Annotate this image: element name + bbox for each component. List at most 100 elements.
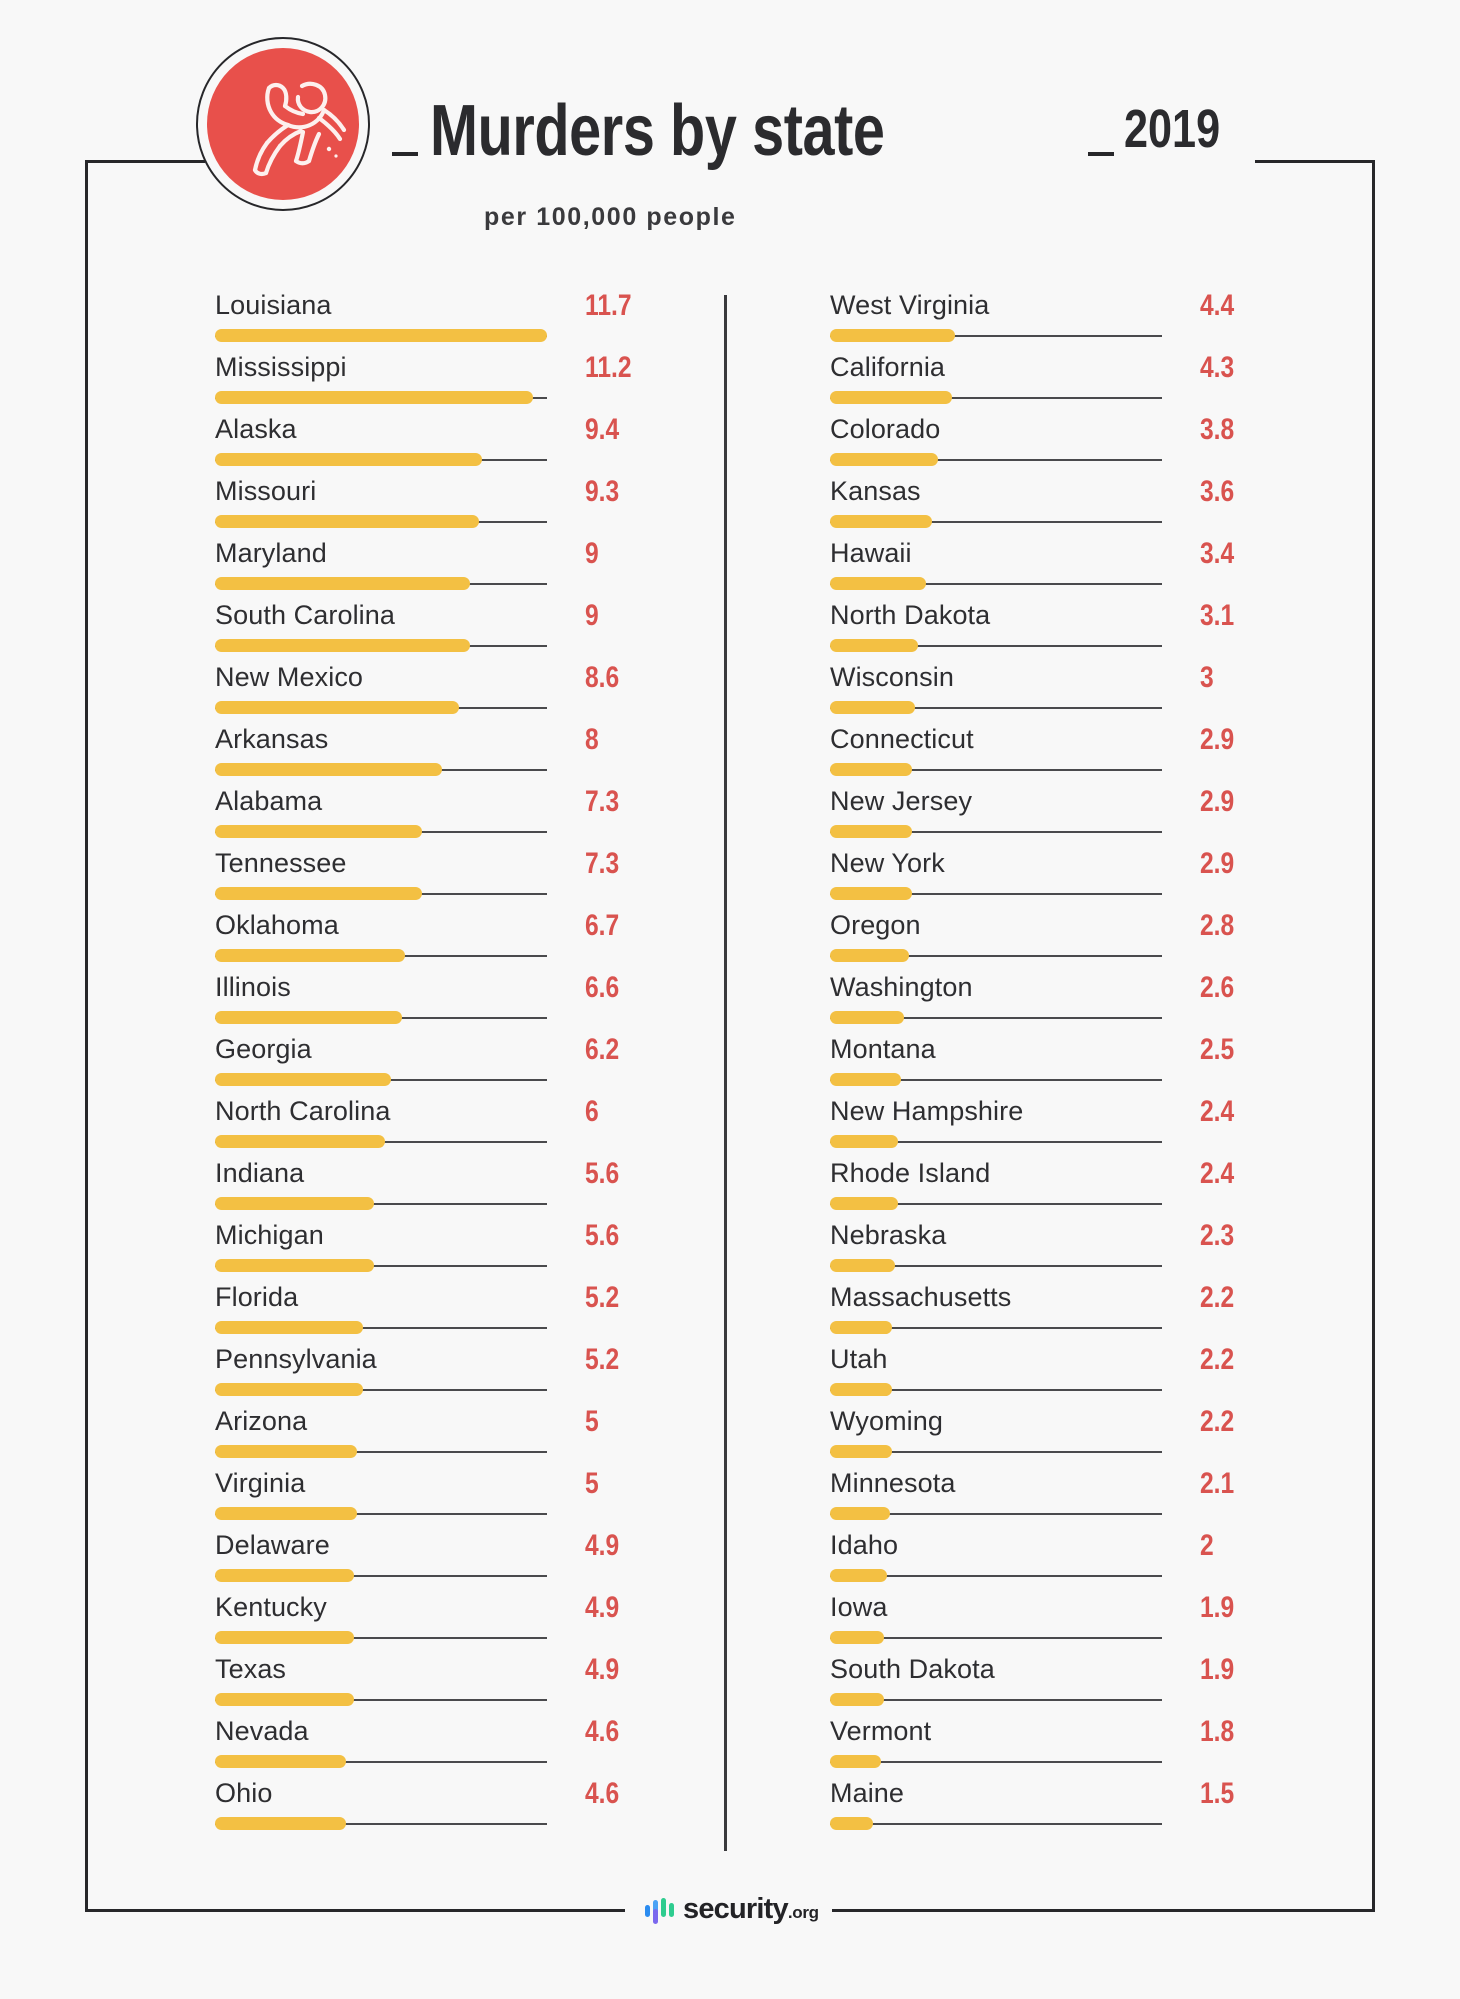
bar-fill (830, 1817, 873, 1830)
state-name: Maryland (215, 538, 327, 568)
state-name: Georgia (215, 1034, 312, 1064)
state-list-left: Louisiana 11.7 Mississippi 11.2 Alaska 9.4 Mis… (215, 288, 632, 1838)
state-value: 7.3 (585, 785, 620, 818)
bar-fill (215, 1135, 386, 1148)
state-row: Oklahoma 6.7 (215, 908, 619, 970)
bar-fill (215, 1197, 374, 1210)
state-row: Utah 2.2 (830, 1342, 1234, 1404)
state-row: Delaware 4.9 (215, 1528, 619, 1590)
state-row: New Jersey 2.9 (830, 784, 1234, 846)
bar-fill (215, 1631, 355, 1644)
state-row: Massachusetts 2.2 (830, 1280, 1234, 1342)
bar-fill (830, 1383, 893, 1396)
state-row: Vermont 1.8 (830, 1714, 1234, 1776)
bar-fill (215, 1073, 391, 1086)
state-row: Virginia 5 (215, 1466, 615, 1528)
bar-fill (215, 1383, 363, 1396)
state-value: 1.8 (1200, 1715, 1235, 1748)
state-row: Alabama 7.3 (215, 784, 619, 846)
state-value: 3.1 (1200, 599, 1235, 632)
bar-fill (830, 1259, 896, 1272)
bar-fill (215, 1693, 355, 1706)
state-name: Louisiana (215, 290, 332, 320)
chalk-outline-body-icon (252, 81, 347, 177)
bar-fill (830, 1197, 899, 1210)
state-value: 2.2 (1200, 1405, 1235, 1438)
state-row: Rhode Island 2.4 (830, 1156, 1234, 1218)
state-row: New Hampshire 2.4 (830, 1094, 1234, 1156)
state-row: Missouri 9.3 (215, 474, 619, 536)
state-value: 2.8 (1200, 909, 1235, 942)
state-row: Colorado 3.8 (830, 412, 1234, 474)
bar-fill (830, 1693, 884, 1706)
state-row: West Virginia 4.4 (830, 288, 1234, 350)
state-value: 11.2 (585, 351, 632, 384)
state-row: Nebraska 2.3 (830, 1218, 1234, 1280)
state-value: 4.6 (585, 1715, 620, 1748)
bar-fill (830, 1135, 899, 1148)
state-row: Minnesota 2.1 (830, 1466, 1234, 1528)
state-name: Illinois (215, 972, 291, 1002)
state-value: 5 (585, 1405, 599, 1438)
bar-fill (215, 701, 460, 714)
footer-logo[interactable]: security.org (625, 1892, 835, 1930)
state-name: Idaho (830, 1530, 899, 1560)
state-row: California 4.3 (830, 350, 1234, 412)
state-value: 8 (585, 723, 599, 756)
bar-track (830, 1823, 1162, 1825)
state-name: Oregon (830, 910, 921, 940)
state-row: Idaho 2 (830, 1528, 1230, 1590)
security-org-bars-icon (645, 1898, 674, 1924)
state-name: Florida (215, 1282, 299, 1312)
state-value: 2.4 (1200, 1095, 1235, 1128)
state-name: Pennsylvania (215, 1344, 377, 1374)
state-row: New Mexico 8.6 (215, 660, 619, 722)
state-name: Minnesota (830, 1468, 956, 1498)
logo-tld: .org (787, 1903, 819, 1922)
state-row: Wisconsin 3 (830, 660, 1230, 722)
state-value: 9.4 (585, 413, 620, 446)
bar-fill (215, 1569, 355, 1582)
state-value: 5.6 (585, 1219, 620, 1252)
state-row: Iowa 1.9 (830, 1590, 1234, 1652)
state-row: Texas 4.9 (215, 1652, 619, 1714)
state-name: Colorado (830, 414, 941, 444)
title-dash-right (1088, 152, 1114, 156)
state-name: Kentucky (215, 1592, 327, 1622)
state-value: 4.9 (585, 1653, 620, 1686)
state-name: South Dakota (830, 1654, 995, 1684)
state-value: 2 (1200, 1529, 1214, 1562)
state-row: North Dakota 3.1 (830, 598, 1234, 660)
state-name: Mississippi (215, 352, 347, 382)
bar-fill (830, 1321, 893, 1334)
state-row: New York 2.9 (830, 846, 1234, 908)
logo-brand: security (683, 1893, 789, 1925)
bar-fill (215, 329, 547, 342)
infographic-canvas: Murders by state 2019 per 100,000 people… (0, 0, 1460, 1999)
state-value: 6 (585, 1095, 599, 1128)
page-title: Murders by state (430, 91, 885, 171)
bar-fill (215, 1755, 346, 1768)
bar-fill (830, 391, 953, 404)
state-name: Oklahoma (215, 910, 339, 940)
state-row: Hawaii 3.4 (830, 536, 1234, 598)
state-name: Utah (830, 1344, 888, 1374)
state-row: Arizona 5 (215, 1404, 615, 1466)
state-value: 1.9 (1200, 1591, 1235, 1624)
state-row: South Carolina 9 (215, 598, 615, 660)
state-name: Vermont (830, 1716, 932, 1746)
state-name: Nebraska (830, 1220, 947, 1250)
state-row: Montana 2.5 (830, 1032, 1234, 1094)
state-value: 4.9 (585, 1591, 620, 1624)
bar-fill (215, 577, 471, 590)
state-name: Maine (830, 1778, 905, 1808)
state-value: 2.9 (1200, 723, 1235, 756)
bar-fill (215, 887, 423, 900)
logo-wordmark: security.org (683, 1895, 819, 1927)
frame-border-right (1372, 160, 1375, 1912)
state-name: Hawaii (830, 538, 912, 568)
state-value: 5.2 (585, 1281, 620, 1314)
bar-fill (215, 1011, 403, 1024)
state-name: South Carolina (215, 600, 396, 630)
frame-border-bottom-right (832, 1909, 1375, 1912)
